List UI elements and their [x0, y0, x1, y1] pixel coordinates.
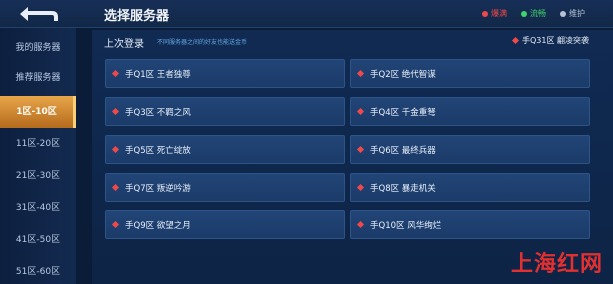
- server-item[interactable]: 手Q9区 欲望之月: [105, 210, 345, 239]
- full-status-diamond-icon: [356, 183, 365, 192]
- legend-full: 爆满: [482, 8, 507, 19]
- sidebar-item-51-60[interactable]: 51区-60区: [0, 264, 76, 280]
- full-status-dot-icon: [482, 10, 488, 17]
- page-title: 选择服务器: [104, 9, 170, 24]
- sidebar-item-31-40[interactable]: 31区-40区: [0, 200, 76, 216]
- server-name: 手Q3区 不羁之风: [125, 107, 191, 118]
- sidebar-item-11-20[interactable]: 11区-20区: [0, 136, 76, 152]
- full-status-diamond-icon: [111, 145, 120, 154]
- last-login-label: 上次登录: [104, 39, 144, 50]
- server-item[interactable]: 手Q1区 王者独尊: [105, 59, 345, 88]
- server-name: 手Q9区 欲望之月: [125, 220, 191, 231]
- legend-smooth-label: 流畅: [530, 9, 546, 18]
- site-watermark: 上海红网: [510, 251, 603, 277]
- server-item[interactable]: 手Q2区 绝代智谋: [350, 59, 590, 88]
- server-item[interactable]: 手Q6区 最终兵器: [350, 135, 590, 164]
- server-name: 手Q4区 千金重弩: [370, 107, 436, 118]
- server-name: 手Q1区 王者独尊: [125, 69, 191, 80]
- legend-maintenance-label: 维护: [569, 9, 585, 18]
- maintenance-status-dot-icon: [560, 10, 566, 17]
- server-name: 手Q2区 绝代智谋: [370, 69, 436, 80]
- sidebar-item-my-servers[interactable]: 我的服务器: [0, 40, 76, 56]
- top-bar: 选择服务器 爆满 流畅 维护: [0, 0, 613, 28]
- status-legend: 爆满 流畅 维护: [482, 8, 585, 19]
- full-status-diamond-icon: [111, 69, 120, 78]
- legend-full-label: 爆满: [491, 9, 507, 18]
- sidebar-item-1-10[interactable]: 1区-10区: [0, 96, 76, 128]
- server-item[interactable]: 手Q7区 叛逆吟游: [105, 173, 345, 202]
- server-name: 手Q7区 叛逆吟游: [125, 183, 191, 194]
- server-name: 手Q5区 死亡绽放: [125, 145, 191, 156]
- full-status-diamond-icon: [356, 69, 365, 78]
- server-item[interactable]: 手Q8区 暴走机关: [350, 173, 590, 202]
- full-status-diamond-icon: [111, 183, 120, 192]
- back-arrow-icon[interactable]: [14, 4, 64, 24]
- server-name: 手Q10区 风华绚烂: [370, 220, 442, 231]
- server-item[interactable]: 手Q3区 不羁之风: [105, 97, 345, 126]
- sidebar-item-recommended[interactable]: 推荐服务器: [0, 70, 76, 86]
- legend-smooth: 流畅: [521, 8, 546, 19]
- full-status-diamond-icon: [356, 107, 365, 116]
- server-item[interactable]: 手Q10区 风华绚烂: [350, 210, 590, 239]
- legend-maintenance: 维护: [560, 8, 585, 19]
- last-login-note: 不同服务器之间的好友也能送金币: [157, 39, 248, 46]
- full-status-diamond-icon: [111, 107, 120, 116]
- sidebar: 我的服务器 推荐服务器 1区-10区 11区-20区 21区-30区 31区-4…: [0, 28, 76, 284]
- server-name: 手Q8区 暴走机关: [370, 183, 436, 194]
- full-status-diamond-icon: [511, 36, 520, 45]
- full-status-diamond-icon: [356, 145, 365, 154]
- server-name: 手Q6区 最终兵器: [370, 145, 436, 156]
- smooth-status-dot-icon: [521, 10, 527, 17]
- last-login-row: 上次登录 不同服务器之间的好友也能送金币 手Q31区 翩凌突袭: [92, 30, 597, 52]
- sidebar-item-41-50[interactable]: 41区-50区: [0, 232, 76, 248]
- full-status-diamond-icon: [356, 220, 365, 229]
- full-status-diamond-icon: [111, 220, 120, 229]
- last-login-server[interactable]: 手Q31区 翩凌突袭: [511, 35, 589, 46]
- last-login-server-name: 手Q31区 翩凌突袭: [521, 36, 589, 45]
- sidebar-item-21-30[interactable]: 21区-30区: [0, 168, 76, 184]
- server-item[interactable]: 手Q4区 千金重弩: [350, 97, 590, 126]
- server-item[interactable]: 手Q5区 死亡绽放: [105, 135, 345, 164]
